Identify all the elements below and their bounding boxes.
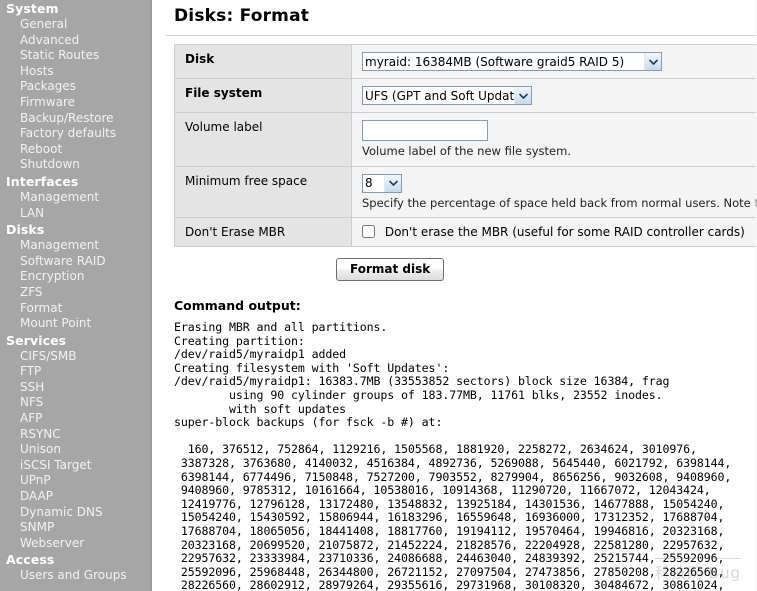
sidebar-item-lan[interactable]: LAN <box>0 206 150 222</box>
volume-label-field-cell: Volume label of the new file system. <box>351 112 757 167</box>
min-free-space-select-wrap[interactable]: 8 <box>362 173 402 193</box>
form-row-dont-erase-mbr: Don't Erase MBR Don't erase the MBR (use… <box>175 217 757 247</box>
sidebar-item-users-and-groups[interactable]: Users and Groups <box>0 568 150 584</box>
sidebar-group-access: Access Users and Groups <box>0 551 150 584</box>
dont-erase-mbr-field-cell: Don't erase the MBR (useful for some RAI… <box>351 217 757 247</box>
sidebar-item-factory-defaults[interactable]: Factory defaults <box>0 126 150 142</box>
sidebar-item-advanced[interactable]: Advanced <box>0 33 150 49</box>
sidebar-group-label-disks: Disks <box>6 222 45 238</box>
sidebar-item-unison[interactable]: Unison <box>0 442 150 458</box>
sidebar-item-general[interactable]: General <box>0 17 150 33</box>
sidebar-item-interfaces-management[interactable]: Management <box>0 190 150 206</box>
form-row-disk: Disk myraid: 16384MB (Software graid5 RA… <box>175 45 757 79</box>
sidebar-item-mount-point[interactable]: Mount Point <box>0 316 150 332</box>
sidebar-item-rsync[interactable]: RSYNC <box>0 427 150 443</box>
sidebar-group-services: Services CIFS/SMB FTP SSH NFS AFP RSYNC … <box>0 332 150 552</box>
sidebar-item-firmware[interactable]: Firmware <box>0 95 150 111</box>
file-system-label: File system <box>175 78 352 113</box>
sidebar-item-software-raid[interactable]: Software RAID <box>0 254 150 270</box>
dont-erase-mbr-checkbox-label: Don't erase the MBR (useful for some RAI… <box>384 225 745 239</box>
sidebar-item-hosts[interactable]: Hosts <box>0 64 150 80</box>
sidebar-item-encryption[interactable]: Encryption <box>0 269 150 285</box>
sidebar-item-format[interactable]: Format <box>0 301 150 317</box>
sidebar-item-packages[interactable]: Packages <box>0 79 150 95</box>
dont-erase-mbr-checkbox[interactable] <box>362 225 375 238</box>
main-content: Disks: Format Disk myraid: 16384MB (Soft… <box>152 0 757 591</box>
min-free-space-field-cell: 8 Specify the percentage of space held b… <box>351 166 757 218</box>
form-row-volume-label: Volume label Volume label of the new fil… <box>175 112 757 167</box>
sidebar-item-shutdown[interactable]: Shutdown <box>0 157 150 173</box>
min-free-space-label: Minimum free space <box>175 166 352 218</box>
disk-field-cell: myraid: 16384MB (Software graid5 RAID 5) <box>351 45 757 79</box>
command-output-text: Erasing MBR and all partitions. Creating… <box>174 320 732 591</box>
sidebar-item-afp[interactable]: AFP <box>0 411 150 427</box>
sidebar-item-nfs[interactable]: NFS <box>0 395 150 411</box>
volume-label-label: Volume label <box>175 112 352 167</box>
sidebar-group-label-services: Services <box>6 332 67 348</box>
dont-erase-mbr-label: Don't Erase MBR <box>175 217 352 247</box>
sidebar-item-webserver[interactable]: Webserver <box>0 536 150 552</box>
sidebar-item-disks-management[interactable]: Management <box>0 238 150 254</box>
disk-label: Disk <box>175 45 352 79</box>
sidebar-group-system: System General Advanced Static Routes Ho… <box>0 0 150 173</box>
sidebar-item-cifs-smb[interactable]: CIFS/SMB <box>0 349 150 365</box>
volume-label-input[interactable] <box>362 120 488 141</box>
dont-erase-mbr-row[interactable]: Don't erase the MBR (useful for some RAI… <box>362 225 745 239</box>
title-divider <box>166 35 757 36</box>
sidebar-group-interfaces: Interfaces Management LAN <box>0 173 150 221</box>
application-window: System General Advanced Static Routes Ho… <box>0 0 757 591</box>
sidebar-item-snmp[interactable]: SNMP <box>0 520 150 536</box>
sidebar-group-label-system: System <box>6 1 59 16</box>
format-form-table: Disk myraid: 16384MB (Software graid5 RA… <box>175 45 757 247</box>
sidebar-group-label-interfaces: Interfaces <box>6 173 79 189</box>
volume-label-help: Volume label of the new file system. <box>362 144 571 158</box>
file-system-select-wrap[interactable]: UFS (GPT and Soft Updates) <box>362 86 532 105</box>
sidebar-item-ftp[interactable]: FTP <box>0 364 150 380</box>
min-free-space-select[interactable]: 8 <box>362 173 402 193</box>
sidebar-item-upnp[interactable]: UPnP <box>0 473 150 489</box>
sidebar-group-label-access: Access <box>6 552 55 568</box>
file-system-select[interactable]: UFS (GPT and Soft Updates) <box>362 86 532 105</box>
min-free-space-help: Specify the percentage of space held bac… <box>362 195 757 210</box>
sidebar-item-iscsi-target[interactable]: iSCSI Target <box>0 458 150 474</box>
format-disk-button[interactable]: Format disk <box>336 258 445 281</box>
page-title: Disks: Format <box>174 6 310 26</box>
form-actions: Format disk <box>336 258 757 281</box>
sidebar-item-dynamic-dns[interactable]: Dynamic DNS <box>0 505 150 521</box>
form-row-file-system: File system UFS (GPT and Soft Updates) <box>175 78 757 113</box>
sidebar-item-backup-restore[interactable]: Backup/Restore <box>0 111 150 127</box>
file-system-field-cell: UFS (GPT and Soft Updates) <box>351 78 757 113</box>
format-form-panel: Disk myraid: 16384MB (Software graid5 RA… <box>174 44 757 247</box>
disk-select[interactable]: myraid: 16384MB (Software graid5 RAID 5) <box>362 52 662 71</box>
sidebar-item-reboot[interactable]: Reboot <box>0 142 150 158</box>
form-row-min-free-space: Minimum free space 8 Specify the percent… <box>175 166 757 218</box>
sidebar-navigation: System General Advanced Static Routes Ho… <box>0 0 152 591</box>
sidebar-group-disks: Disks Management Software RAID Encryptio… <box>0 221 150 332</box>
sidebar-item-static-routes[interactable]: Static Routes <box>0 48 150 64</box>
command-output-title: Command output: <box>174 298 301 313</box>
sidebar-item-zfs[interactable]: ZFS <box>0 285 150 301</box>
disk-select-wrap[interactable]: myraid: 16384MB (Software graid5 RAID 5) <box>362 52 662 71</box>
sidebar-item-daap[interactable]: DAAP <box>0 489 150 505</box>
sidebar-item-ssh[interactable]: SSH <box>0 380 150 396</box>
